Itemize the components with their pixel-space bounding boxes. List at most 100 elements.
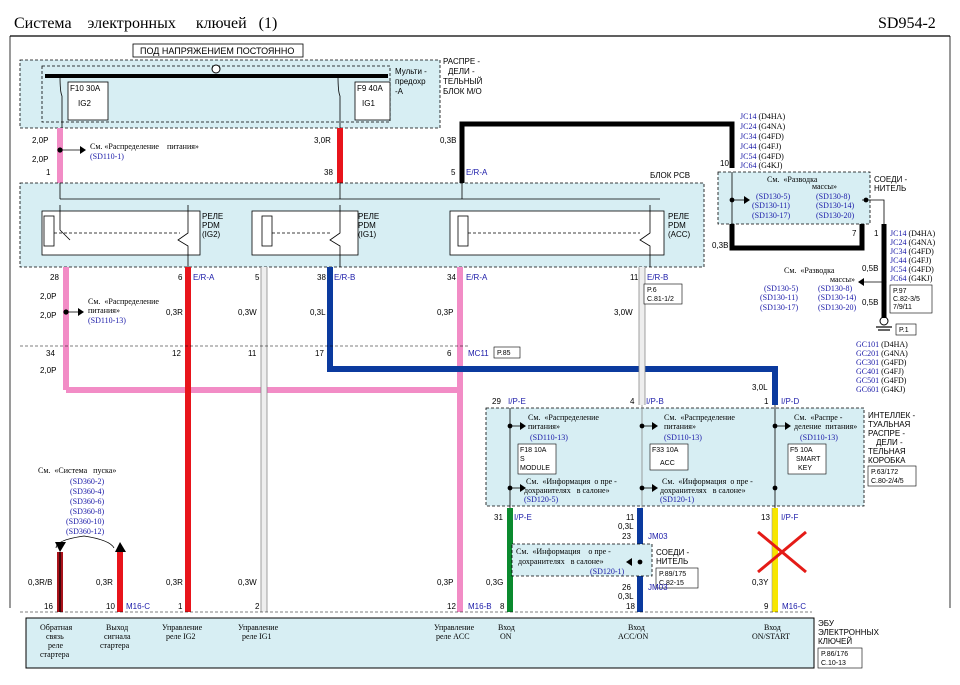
wire-label-05b-a: 0,5B [862, 264, 878, 273]
start-ref-code-5: (SD360-10) [66, 517, 105, 526]
relay-ig2-label-3: (IG2) [202, 230, 221, 239]
fuse-f18-name: MODULE [520, 465, 550, 472]
pin-12: 12 [172, 349, 181, 358]
pin-1c: 1 [764, 397, 769, 406]
pin-29: 29 [492, 397, 501, 406]
ground-wire-loop [729, 224, 865, 251]
page-c82: C.82-3/5 [893, 296, 920, 303]
ground-ref2-code-5: (SD130-17) [760, 303, 799, 312]
blue-wire-38 [327, 267, 778, 405]
start-ref-code-4: (SD360-8) [70, 507, 105, 516]
ground-point [879, 316, 889, 326]
fuse-block-name-1: РАСПРЕ - [443, 57, 480, 66]
start-ref-code-1: (SD360-2) [70, 477, 105, 486]
wire-label-2p-d: 2,0P [40, 311, 56, 320]
multi-fuse-label-1: Мульти - [395, 67, 427, 76]
jc-right-6: JC64 (G4KJ) [890, 274, 933, 283]
smart-key-ecu [25, 617, 815, 669]
wire-label-2p-c: 2,0P [40, 292, 56, 301]
ecu-pin1-l4: стартера [40, 650, 70, 659]
pin-13: 13 [761, 513, 770, 522]
info3-code: (SD120-1) [590, 567, 625, 576]
start-arrow-up [115, 542, 126, 552]
fuse-f9-name: IG1 [362, 99, 375, 108]
jc-right-4: JC44 (G4FJ) [890, 256, 931, 265]
power-ref-text: См. «Распределение питания» [90, 142, 199, 151]
smart-col3-see-1: См. «Распре - [794, 413, 843, 422]
ecu-name-1: ЭБУ [818, 619, 835, 628]
ecu-pin6-l1: Вход [498, 623, 515, 632]
pin-10: 10 [720, 159, 729, 168]
ground-ref2-arrow [858, 278, 864, 286]
connector-ipe: I/P-E [508, 397, 526, 406]
ecu-pin1-l2: связь [46, 632, 64, 641]
pin-2: 2 [255, 602, 260, 611]
ecu-pin7-l1: Вход [628, 623, 645, 632]
fuse-f33-name: ACC [660, 460, 675, 467]
diagram-title: Система электронных ключей (1) [14, 15, 277, 32]
pin-4: 4 [630, 397, 635, 406]
pin-10b: 10 [106, 602, 115, 611]
jc-top-5: JC54 (G4FD) [740, 152, 784, 161]
wire-label-05b-b: 0,5B [862, 298, 878, 307]
jc-top-1: JC14 (D4HA) [740, 112, 785, 121]
wire-label-3r: 3,0R [314, 136, 331, 145]
pin-1: 1 [46, 168, 51, 177]
smart-info1-code: (SD120-5) [524, 495, 559, 504]
pin-38: 38 [324, 168, 333, 177]
pin-12b: 12 [447, 602, 456, 611]
gc-right-6: GC601 (G4KJ) [856, 385, 905, 394]
smart-col3-see-2: деление питания» [794, 422, 857, 431]
pin-23: 23 [622, 532, 631, 541]
connector-erb: E/R-B [334, 273, 355, 282]
connector-ipf: I/P-F [781, 513, 798, 522]
jc-right-1: JC14 (D4HA) [890, 229, 935, 238]
ecu-pin6-l2: ON [500, 632, 512, 641]
relay-acc-label-3: (ACC) [668, 230, 691, 239]
start-ref-code-3: (SD360-6) [70, 497, 105, 506]
jc-top-6: JC64 (G4KJ) [740, 161, 783, 170]
ecu-pin2-l3: стартера [100, 641, 130, 650]
wire-label-03r: 0,3R [166, 308, 183, 317]
wire-label-2p-e: 2,0P [40, 366, 56, 375]
relay-ig2-label-2: PDM [202, 221, 220, 230]
smart-info2-2: дохранителях в салоне» [660, 486, 746, 495]
ground-ref2-code-3: (SD130-11) [760, 293, 798, 302]
ecu-name-2: ЭЛЕКТРОННЫХ [818, 628, 880, 637]
relay-ig1-label-2: PDM [358, 221, 376, 230]
fuse-f9-rating: F9 40A [357, 84, 383, 93]
ground-wire-top [459, 121, 735, 183]
pin-1b: 1 [874, 229, 879, 238]
jc-top-3: JC34 (G4FD) [740, 132, 784, 141]
start-ref-see: См. «Система пуска» [38, 466, 116, 475]
gc-right-4: GC401 (G4FJ) [856, 367, 904, 376]
jc-top-2: JC24 (G4NA) [740, 122, 785, 131]
page-p97: P.97 [893, 288, 907, 295]
gc-right-2: GC201 (G4NA) [856, 349, 908, 358]
bus-terminal [211, 64, 221, 74]
jm03-splice [637, 559, 643, 565]
connector-m16c-2: M16-C [782, 602, 806, 611]
ground-ref2-code-6: (SD130-20) [818, 303, 857, 312]
relay-acc [449, 210, 665, 256]
pin-9: 9 [764, 602, 769, 611]
fuse-f5-rating: F5 10A [790, 447, 813, 454]
wire-label-03r2: 0,3R [96, 578, 113, 587]
connector-era-2: E/R-A [193, 273, 215, 282]
wire-label-03l: 0,3L [310, 308, 326, 317]
ecu-pin2-l2: сигнала [104, 632, 131, 641]
pin-11: 11 [630, 273, 639, 282]
pin-34: 34 [447, 273, 456, 282]
fuse-f5-key: KEY [798, 465, 812, 472]
smart-box-name-5: ТЕЛЬНАЯ [868, 447, 906, 456]
ecu-name-3: КЛЮЧЕЙ [818, 637, 852, 646]
fuse-f5-smart: SMART [796, 456, 821, 463]
connector-ipb: I/P-B [646, 397, 664, 406]
multi-fuse-label-2: предохр [395, 77, 426, 86]
soedi-1: СОЕДИ - [874, 175, 908, 184]
ground-ref-code-1: (SD130-5) [756, 192, 791, 201]
start-ref-code-6: (SD360-12) [66, 527, 105, 536]
ground-ref-code-5: (SD130-17) [752, 211, 791, 220]
pin-11b: 11 [248, 349, 257, 358]
wire-label-03w2: 0,3W [238, 578, 257, 587]
